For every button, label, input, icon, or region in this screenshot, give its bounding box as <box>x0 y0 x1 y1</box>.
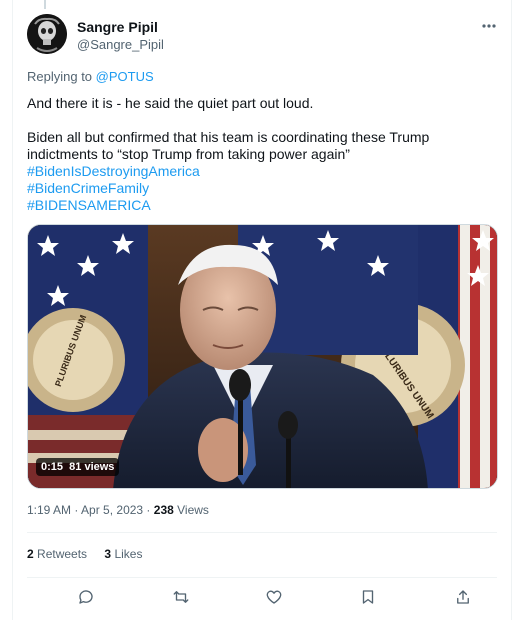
tweet-line-2: Biden all but confirmed that his team is… <box>27 129 430 162</box>
video-player[interactable]: PLURIBUS UNUM PLURIBUS UNUM 0:15 81 view… <box>27 224 498 489</box>
bookmark-icon <box>362 590 374 604</box>
retweet-icon <box>173 591 189 603</box>
views-label: Views <box>177 503 209 517</box>
video-duration: 0:15 <box>41 461 64 473</box>
display-name[interactable]: Sangre Pipil <box>77 18 164 36</box>
bookmark-button[interactable] <box>357 586 379 608</box>
engagement-stats: 2 Retweets 3 Likes <box>27 547 156 561</box>
hashtag-link[interactable]: #BidenCrimeFamily <box>27 180 497 197</box>
reply-button[interactable] <box>75 586 97 608</box>
retweets-stat[interactable]: 2 Retweets <box>27 547 90 561</box>
likes-label: Likes <box>114 547 143 561</box>
tweet-line-1: And there it is - he said the quiet part… <box>27 95 314 111</box>
user-handle[interactable]: @Sangre_Pipil <box>77 36 164 54</box>
views-count: 238 <box>153 503 174 517</box>
replying-to: Replying to @POTUS <box>27 69 154 84</box>
likes-count: 3 <box>104 547 112 561</box>
tweet-card: Sangre Pipil @Sangre_Pipil Replying to @… <box>12 0 512 620</box>
retweets-count: 2 <box>27 547 34 561</box>
avatar[interactable] <box>27 14 67 54</box>
tweet-text: And there it is - he said the quiet part… <box>27 95 497 214</box>
likes-stat[interactable]: 3 Likes <box>104 547 142 561</box>
tweet-header: Sangre Pipil @Sangre_Pipil <box>27 14 499 58</box>
video-thumbnail: PLURIBUS UNUM PLURIBUS UNUM <box>28 225 497 488</box>
video-duration-badge: 0:15 81 views <box>36 458 120 476</box>
heart-icon <box>266 590 282 604</box>
retweet-button[interactable] <box>170 586 192 608</box>
like-button[interactable] <box>263 586 285 608</box>
share-icon <box>457 590 469 604</box>
hashtag-link[interactable]: #BIDENSAMERICA <box>27 197 497 214</box>
action-bar <box>27 586 497 608</box>
more-options-button[interactable] <box>479 18 499 34</box>
tweet-date[interactable]: Apr 5, 2023 <box>81 503 143 517</box>
retweets-label: Retweets <box>37 547 88 561</box>
hashtag-link[interactable]: #BidenIsDestroyingAmerica <box>27 163 497 180</box>
share-button[interactable] <box>452 586 474 608</box>
skull-avatar-icon <box>27 14 67 54</box>
replying-to-prefix: Replying to <box>27 69 93 84</box>
mention-link[interactable]: @POTUS <box>96 69 154 84</box>
divider <box>27 532 497 533</box>
more-horizontal-icon <box>482 24 496 28</box>
author-info: Sangre Pipil @Sangre_Pipil <box>77 18 164 54</box>
reply-icon <box>79 590 93 604</box>
tweet-time[interactable]: 1:19 AM <box>27 503 71 517</box>
tweet-meta: 1:19 AM · Apr 5, 2023 · 238 Views <box>27 503 209 517</box>
thread-connector-line <box>44 0 46 9</box>
divider <box>27 577 497 578</box>
video-views: 81 views <box>69 461 115 473</box>
